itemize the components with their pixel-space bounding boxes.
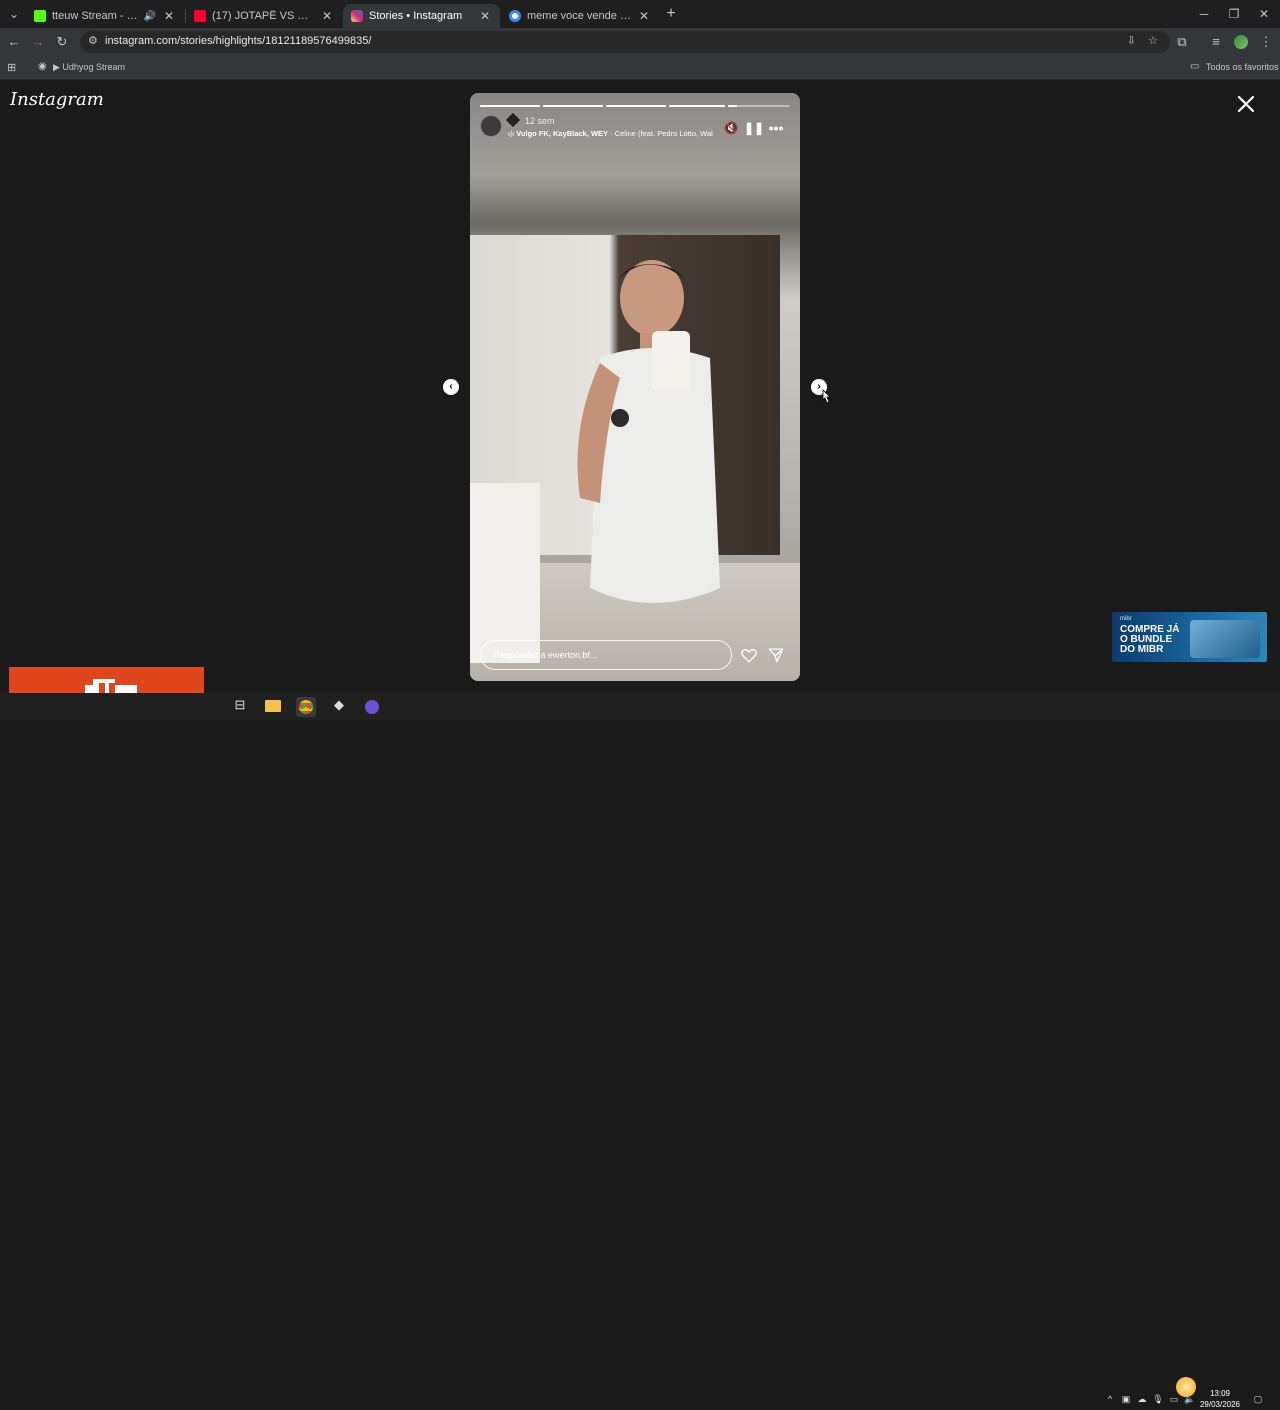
weather-sun-icon[interactable] xyxy=(1176,1377,1196,1397)
instagram-story-viewer: Instagram ‹ › 12 sem ı|ı Vulgo FK, KayBl… xyxy=(0,81,1280,693)
speaker-icon[interactable]: 🔊 xyxy=(144,11,156,22)
google-favicon-icon xyxy=(509,10,521,22)
notification-icon[interactable]: ▢ xyxy=(1252,1393,1264,1405)
bookmark-star-icon[interactable]: ☆ xyxy=(1148,34,1158,47)
clock-time: 13:09 xyxy=(1209,1389,1231,1398)
story-avatar[interactable] xyxy=(480,115,502,137)
story-progress-segment xyxy=(728,105,790,107)
chrome-icon[interactable] xyxy=(296,697,316,717)
close-icon[interactable] xyxy=(1236,94,1256,114)
youtube-favicon-icon xyxy=(194,10,206,22)
back-icon[interactable]: ← xyxy=(4,32,24,52)
reply-input[interactable]: Responder a ewerton.bf... xyxy=(480,640,732,670)
tab-google-search[interactable]: meme voce vende beck bolado ✕ xyxy=(501,4,659,28)
kick-favicon-icon xyxy=(34,10,46,22)
close-tab-icon[interactable]: ✕ xyxy=(478,9,492,23)
music-bars-icon: ı|ı xyxy=(508,129,517,138)
globe-icon: ◉ xyxy=(38,61,47,72)
story-photo-person xyxy=(577,260,720,603)
site-info-icon[interactable]: ⚙ xyxy=(88,34,98,47)
story-progress-segment xyxy=(480,105,540,107)
ad-product-image xyxy=(1190,620,1260,658)
tab-title: (17) JOTAPÊ VS KANT | #FMSBR xyxy=(212,10,314,22)
address-bar[interactable]: ⚙ instagram.com/stories/highlights/18121… xyxy=(80,31,1170,53)
story-progress-segment xyxy=(669,105,725,107)
previous-story-button[interactable]: ‹ xyxy=(443,379,459,395)
story-card[interactable]: 12 sem ı|ı Vulgo FK, KayBlack, WEY · Cel… xyxy=(470,93,800,681)
story-progress-segment xyxy=(606,105,666,107)
tab-instagram-stories[interactable]: Stories • Instagram ✕ xyxy=(343,4,500,28)
tab-title: Stories • Instagram xyxy=(369,10,463,22)
close-tab-icon[interactable]: ✕ xyxy=(637,9,651,23)
app-icon[interactable]: ◆ xyxy=(329,697,349,717)
file-explorer-icon[interactable] xyxy=(263,697,283,717)
taskbar-clock[interactable]: 13:09 29/03/2026 xyxy=(1195,1388,1245,1410)
browser-tab-strip: ⌄ tteuw Stream - Kick Dashbo 🔊 ✕ (17) JO… xyxy=(0,0,1280,28)
pause-icon[interactable]: ❚❚ xyxy=(744,119,764,137)
microphone-icon[interactable]: 🎙 xyxy=(1152,1393,1164,1405)
close-tab-icon[interactable]: ✕ xyxy=(320,9,334,23)
mibr-ad-banner[interactable]: mibr COMPRE JÁ O BUNDLE DO MIBR xyxy=(1112,612,1267,662)
reload-icon[interactable]: ↻ xyxy=(52,32,72,52)
tab-title: tteuw Stream - Kick Dashbo xyxy=(52,10,140,22)
music-title: · Celine (feat. Pedro Lotto, Wal xyxy=(610,129,713,138)
mouse-cursor-icon xyxy=(822,389,831,404)
folder-icon: ▭ xyxy=(1190,61,1200,72)
browser-toolbar: ← → ↻ ⚙ instagram.com/stories/highlights… xyxy=(0,28,1280,56)
network-icon[interactable]: ▭ xyxy=(1168,1393,1180,1405)
tray-app-icon[interactable]: ▣ xyxy=(1120,1393,1132,1405)
story-photo-bed xyxy=(470,483,540,663)
tab-kick-dashboard[interactable]: tteuw Stream - Kick Dashbo 🔊 ✕ xyxy=(26,4,184,28)
new-tab-button[interactable]: + xyxy=(661,4,681,24)
story-timestamp: 12 sem xyxy=(525,116,555,126)
extensions-icon[interactable]: ⧉ xyxy=(1172,32,1192,52)
media-control-icon[interactable]: ≡ xyxy=(1206,32,1226,52)
menu-icon[interactable]: ⋮ xyxy=(1256,32,1276,52)
story-music-info[interactable]: ı|ı Vulgo FK, KayBlack, WEY · Celine (fe… xyxy=(508,129,718,138)
all-favorites-folder[interactable]: Todos os favoritos xyxy=(1206,62,1279,72)
apps-grid-icon[interactable]: ⊞ xyxy=(7,61,16,74)
mute-icon[interactable]: 🔇 xyxy=(722,119,740,137)
more-options-icon[interactable]: ••• xyxy=(767,119,785,137)
obs-icon[interactable] xyxy=(362,697,382,717)
bookmarks-bar: ⊞ ◉ ▶ Udhyog Stream ▭ Todos os favoritos xyxy=(0,56,1280,80)
ad-text-line: DO MIBR xyxy=(1120,644,1164,655)
instagram-favicon-icon xyxy=(351,10,363,22)
bookmark-label: Udhyog Stream xyxy=(62,62,125,72)
minimize-button[interactable]: ─ xyxy=(1194,4,1214,24)
close-window-button[interactable]: ✕ xyxy=(1254,4,1274,24)
forward-icon[interactable]: → xyxy=(28,32,48,52)
tab-title: meme voce vende beck bolado xyxy=(527,10,631,22)
story-progress-segment xyxy=(543,105,603,107)
highlight-cover-icon xyxy=(505,112,521,128)
heart-icon[interactable] xyxy=(740,646,758,664)
install-app-icon[interactable]: ⇩ xyxy=(1127,34,1136,47)
ad-text: COMPRE JÁ O BUNDLE DO MIBR xyxy=(1120,625,1179,655)
ad-brand: mibr xyxy=(1120,616,1132,622)
tab-youtube[interactable]: (17) JOTAPÊ VS KANT | #FMSBR ✕ xyxy=(186,4,342,28)
url-text: instagram.com/stories/highlights/1812118… xyxy=(105,35,372,47)
tab-search-icon[interactable]: ⌄ xyxy=(4,4,24,24)
send-icon[interactable] xyxy=(767,646,785,664)
onedrive-icon[interactable]: ☁ xyxy=(1136,1393,1148,1405)
windows-taskbar: ⊟ ◆ ^ ▣ ☁ 🎙 ▭ 🔈 13:09 29/03/2026 ▢ xyxy=(0,693,1280,1409)
instagram-logo[interactable]: Instagram xyxy=(10,89,104,110)
bookmark-udhyog-stream[interactable]: ▶ Udhyog Stream xyxy=(53,62,125,73)
clock-date: 29/03/2026 xyxy=(1199,1400,1241,1409)
close-tab-icon[interactable]: ✕ xyxy=(162,9,176,23)
task-view-icon[interactable]: ⊟ xyxy=(230,697,250,717)
music-artists: Vulgo FK, KayBlack, WEY xyxy=(516,129,609,138)
tray-expand-icon[interactable]: ^ xyxy=(1104,1393,1116,1405)
profile-avatar[interactable] xyxy=(1231,32,1251,52)
restore-button[interactable]: ❐ xyxy=(1224,4,1244,24)
